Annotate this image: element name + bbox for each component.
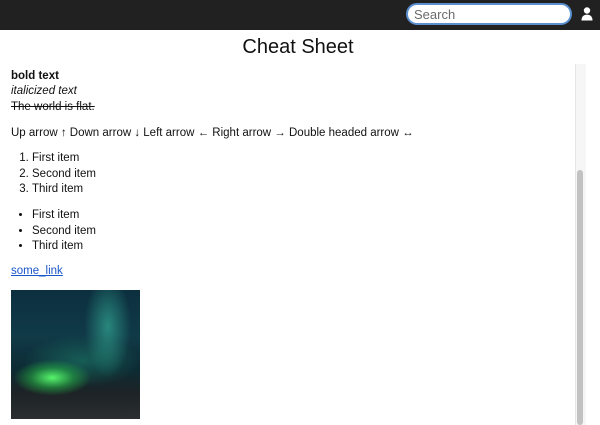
page-edge — [586, 30, 600, 425]
strikethrough-text: The world is flat. — [11, 101, 95, 113]
user-icon[interactable] — [581, 7, 593, 21]
list-item: Second item — [32, 224, 96, 240]
list-item: First item — [32, 208, 96, 224]
some-link[interactable]: some_link — [11, 265, 63, 277]
list-item: First item — [32, 151, 96, 167]
list-item: Third item — [32, 239, 96, 255]
page-title: Cheat Sheet — [242, 36, 354, 58]
italic-text: italicized text — [11, 85, 77, 97]
scrollbar-thumb[interactable] — [577, 170, 583, 425]
bold-text: bold text — [11, 70, 59, 82]
aurora-image — [11, 290, 140, 419]
content-area: bold text italicized text The world is f… — [0, 64, 586, 425]
arrows-text: Up arrow ↑ Down arrow ↓ Left arrow ← Rig… — [11, 127, 414, 139]
list-item: Second item — [32, 167, 96, 183]
ordered-list: First item Second item Third item — [11, 151, 96, 198]
top-bar — [0, 0, 600, 30]
unordered-list: First item Second item Third item — [11, 208, 96, 255]
list-item: Third item — [32, 182, 96, 198]
search-input[interactable] — [406, 3, 572, 25]
